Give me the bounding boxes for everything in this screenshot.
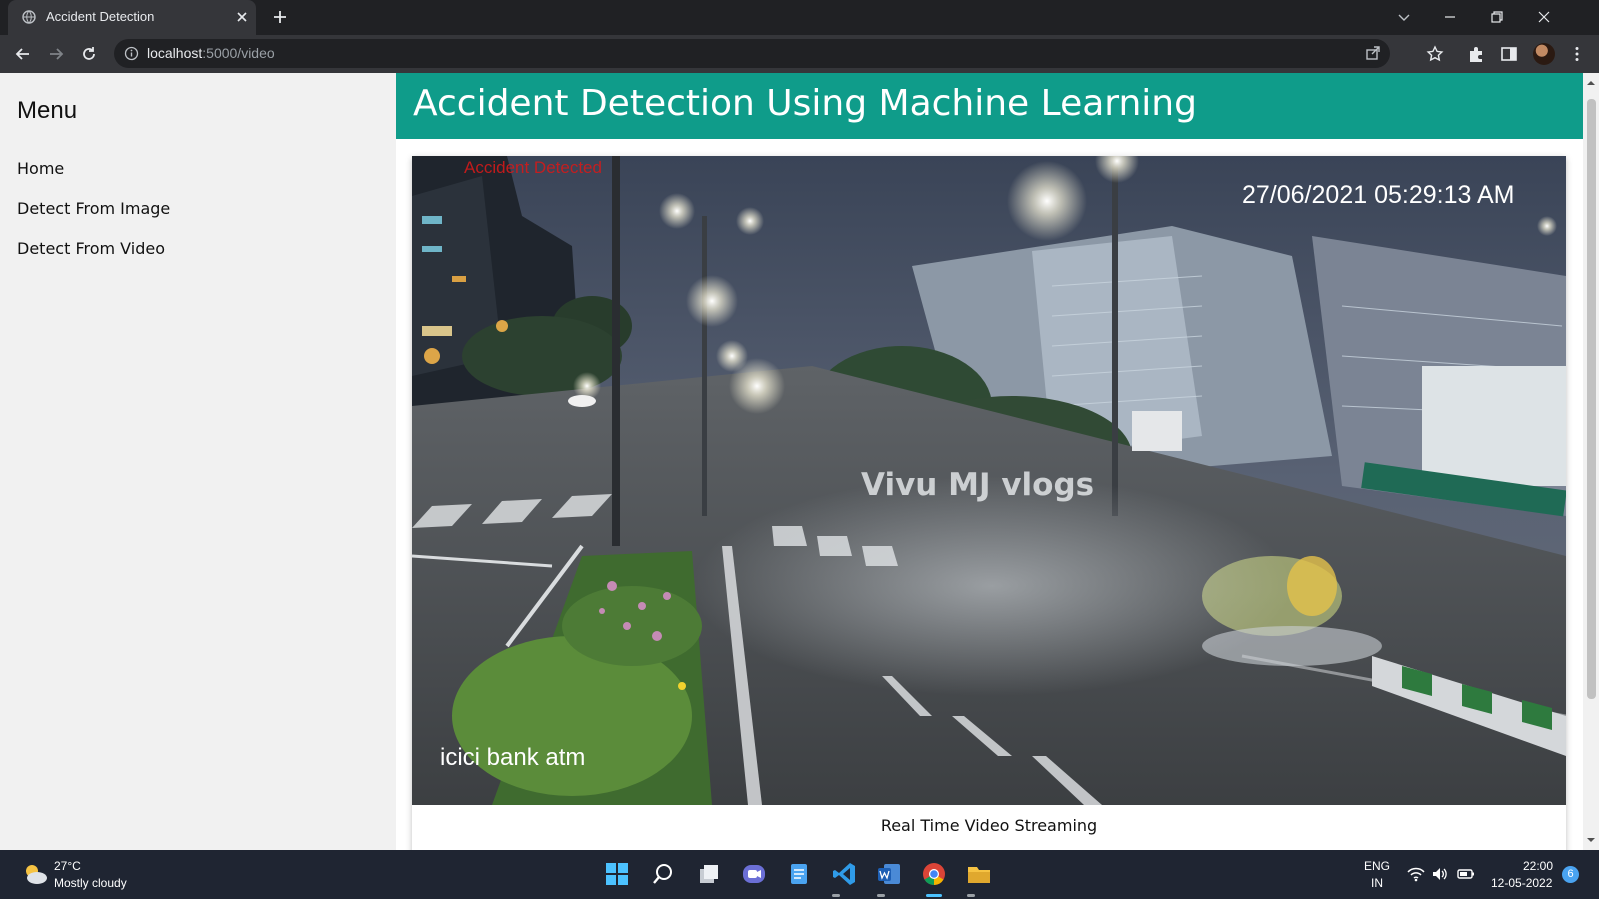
search-icon[interactable] bbox=[650, 861, 676, 887]
side-panel-icon[interactable] bbox=[1500, 45, 1518, 63]
page-viewport: Menu Home Detect From Image Detect From … bbox=[0, 73, 1583, 850]
clock-time[interactable]: 22:00 bbox=[1523, 859, 1553, 873]
browser-tabstrip: Accident Detection bbox=[0, 0, 1599, 35]
video-location-label: icici bank atm bbox=[440, 744, 586, 771]
info-icon[interactable] bbox=[124, 46, 139, 61]
weather-temperature[interactable]: 27°C bbox=[54, 859, 81, 873]
explorer-running-indicator bbox=[967, 894, 975, 897]
chrome-icon[interactable] bbox=[921, 861, 947, 887]
page-title: Accident Detection Using Machine Learnin… bbox=[413, 83, 1197, 124]
minimize-icon[interactable] bbox=[1437, 6, 1463, 28]
task-view-icon[interactable] bbox=[696, 861, 722, 887]
video-card: Accident Detected 27/06/2021 05:29:13 AM… bbox=[412, 156, 1566, 850]
globe-icon bbox=[22, 10, 36, 24]
vscode-icon[interactable] bbox=[831, 861, 857, 887]
url-host: localhost bbox=[147, 45, 203, 61]
menu-title: Menu bbox=[17, 97, 78, 124]
address-bar[interactable]: localhost:5000/video bbox=[114, 39, 1390, 68]
tab-search-icon[interactable] bbox=[1391, 6, 1417, 28]
weather-condition[interactable]: Mostly cloudy bbox=[54, 876, 127, 890]
share-icon[interactable] bbox=[1364, 44, 1382, 62]
scroll-up-arrow-icon[interactable] bbox=[1587, 79, 1595, 87]
browser-tab[interactable]: Accident Detection bbox=[8, 0, 256, 35]
profile-avatar[interactable] bbox=[1533, 43, 1555, 65]
sidebar-item-detect-video[interactable]: Detect From Video bbox=[17, 239, 165, 258]
url-path: :5000/video bbox=[202, 45, 275, 61]
extensions-icon[interactable] bbox=[1467, 45, 1485, 63]
sidebar: Menu Home Detect From Image Detect From … bbox=[0, 73, 396, 850]
bookmark-star-icon[interactable] bbox=[1426, 45, 1444, 63]
clock-date[interactable]: 12-05-2022 bbox=[1491, 876, 1552, 890]
video-timestamp: 27/06/2021 05:29:13 AM bbox=[1242, 181, 1515, 209]
language-region[interactable]: IN bbox=[1371, 876, 1383, 890]
notification-badge[interactable]: 6 bbox=[1562, 866, 1579, 883]
reload-icon[interactable] bbox=[80, 45, 98, 63]
browser-toolbar: localhost:5000/video bbox=[0, 35, 1599, 73]
video-caption: Real Time Video Streaming bbox=[880, 816, 1098, 835]
new-tab-icon[interactable] bbox=[272, 9, 288, 25]
page-scrollbar[interactable] bbox=[1583, 73, 1599, 850]
word-running-indicator bbox=[877, 894, 885, 897]
video-watermark: Vivu MJ vlogs bbox=[861, 467, 1095, 503]
close-tab-icon[interactable] bbox=[234, 9, 250, 25]
accident-status-overlay: Accident Detected bbox=[464, 158, 602, 177]
teams-chat-icon[interactable] bbox=[741, 861, 767, 887]
more-menu-icon[interactable] bbox=[1568, 45, 1586, 63]
sidebar-item-home[interactable]: Home bbox=[17, 159, 64, 178]
chrome-active-indicator bbox=[926, 894, 942, 897]
sidebar-item-detect-image[interactable]: Detect From Image bbox=[17, 199, 170, 218]
weather-cloudy-icon[interactable] bbox=[22, 862, 48, 886]
battery-icon[interactable] bbox=[1457, 866, 1475, 882]
word-icon[interactable] bbox=[876, 861, 902, 887]
scroll-down-arrow-icon[interactable] bbox=[1587, 836, 1595, 844]
file-explorer-icon[interactable] bbox=[966, 861, 992, 887]
url-text: localhost:5000/video bbox=[147, 45, 275, 61]
tab-title: Accident Detection bbox=[46, 9, 155, 24]
scrollbar-thumb[interactable] bbox=[1587, 99, 1596, 699]
windows-start-icon[interactable] bbox=[604, 861, 630, 887]
page-header: Accident Detection Using Machine Learnin… bbox=[396, 73, 1583, 139]
wifi-icon[interactable] bbox=[1407, 866, 1425, 882]
forward-arrow-icon[interactable] bbox=[47, 45, 65, 63]
notepad-icon[interactable] bbox=[786, 861, 812, 887]
language-indicator[interactable]: ENG bbox=[1364, 859, 1390, 873]
volume-icon[interactable] bbox=[1431, 866, 1449, 882]
restore-icon[interactable] bbox=[1484, 6, 1510, 28]
close-window-icon[interactable] bbox=[1531, 6, 1557, 28]
back-arrow-icon[interactable] bbox=[14, 45, 32, 63]
vscode-running-indicator bbox=[832, 894, 840, 897]
video-stream[interactable]: Accident Detected 27/06/2021 05:29:13 AM… bbox=[412, 156, 1566, 805]
taskbar: 27°C Mostly cloudy ENG IN 22:00 12-05-20… bbox=[0, 850, 1599, 899]
